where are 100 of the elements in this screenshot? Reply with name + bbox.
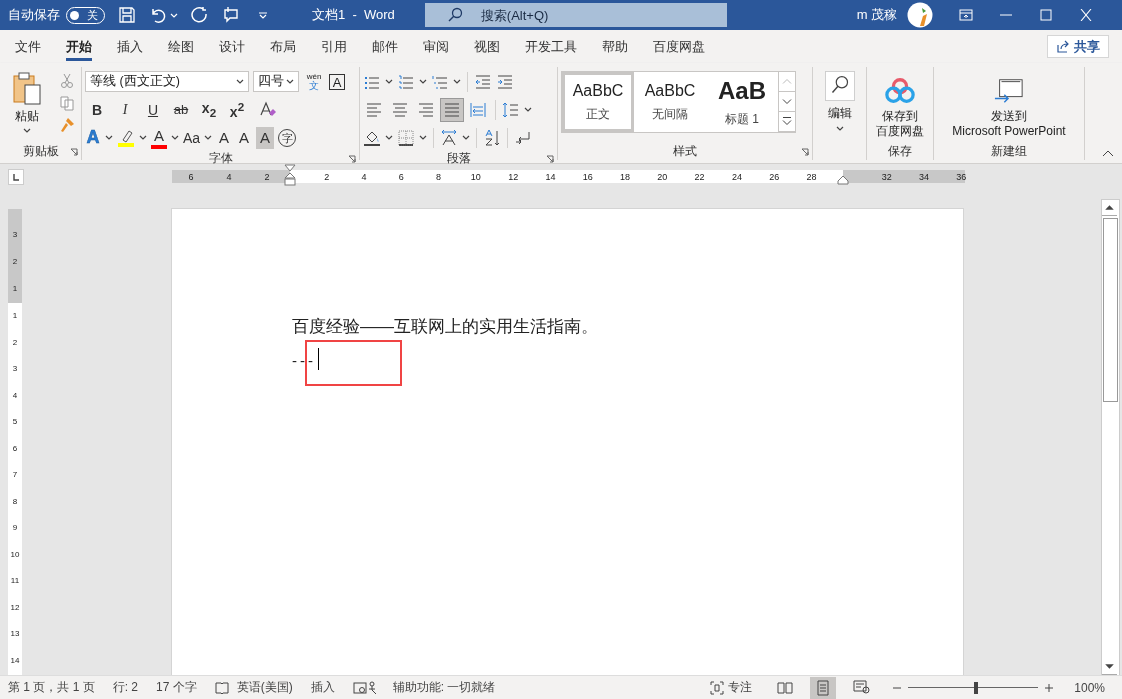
style-item[interactable]: AaBbC 无间隔 <box>634 72 706 132</box>
indent-marker-icon[interactable] <box>284 164 296 186</box>
view-mode-icon[interactable] <box>810 676 837 699</box>
dialog-launcher-icon[interactable] <box>348 155 356 163</box>
paste-button[interactable]: 粘贴 <box>9 67 45 142</box>
ribbon-tab[interactable]: 插入 <box>108 32 152 61</box>
zoom-slider-thumb[interactable] <box>973 681 978 694</box>
grow-font-button[interactable]: A <box>216 126 233 149</box>
close-icon[interactable] <box>1079 9 1094 21</box>
macro-icon[interactable] <box>352 680 367 695</box>
ribbon-tab[interactable]: 百度网盘 <box>644 32 714 61</box>
ribbon-tab[interactable]: 开发工具 <box>516 32 586 61</box>
page-count[interactable]: 第 1 页，共 1 页 <box>8 679 95 696</box>
style-item[interactable]: AaB 标题 1 <box>706 72 778 132</box>
share-button[interactable]: 共享 <box>1047 35 1109 58</box>
insert-mode[interactable]: 插入 <box>310 679 335 696</box>
ruler-number: 5 <box>12 416 18 428</box>
user-name[interactable]: m 茂稼 <box>856 6 898 24</box>
ribbon-tab[interactable]: 帮助 <box>593 32 637 61</box>
send-to-powerpoint-button[interactable]: 发送到 Microsoft PowerPoint <box>952 71 1066 142</box>
shrink-font-button[interactable]: A <box>236 126 253 149</box>
caret-icon <box>835 126 844 131</box>
save-icon[interactable] <box>118 6 136 24</box>
zoom-in-icon[interactable] <box>1044 682 1055 693</box>
caret-icon[interactable] <box>105 135 113 140</box>
change-case-button[interactable]: Aa <box>183 126 201 149</box>
line-number[interactable]: 行: 2 <box>112 679 139 696</box>
ruler-number: 10 <box>10 548 20 561</box>
ribbon-tab[interactable]: 审阅 <box>414 32 458 61</box>
ribbon-display-icon[interactable] <box>959 9 974 21</box>
format-button[interactable]: B <box>85 98 109 121</box>
caret-icon[interactable] <box>385 79 393 84</box>
caret-icon[interactable] <box>385 135 393 140</box>
caret-icon[interactable] <box>524 107 532 112</box>
text-effects-button[interactable]: A <box>85 126 101 149</box>
format-button[interactable]: x$^{2}$ <box>225 98 249 121</box>
line-spacing-icon[interactable] <box>502 100 520 119</box>
caret-icon[interactable] <box>204 135 213 140</box>
ribbon-tab[interactable]: 绘图 <box>159 32 203 61</box>
ruler-number: 26 <box>768 171 781 182</box>
maximize-icon[interactable] <box>1039 9 1054 21</box>
style-item[interactable]: AaBbC 正文 <box>562 72 634 132</box>
document-page[interactable]: 百度经验——互联网上的实用生活指南。 --- <box>172 209 963 675</box>
caret-icon[interactable] <box>419 79 427 84</box>
share-icon <box>1056 39 1070 54</box>
ruler-number: 8 <box>435 171 443 182</box>
editing-button[interactable]: 编辑 <box>824 71 855 160</box>
undo-icon[interactable] <box>149 6 167 24</box>
customize-icon[interactable] <box>258 11 268 19</box>
language-indicator[interactable]: 英语(美国) <box>236 679 293 696</box>
ruler-number: 24 <box>730 171 743 182</box>
scrollbar-thumb[interactable] <box>1103 218 1118 402</box>
font-color-button[interactable]: A <box>151 126 167 149</box>
format-button[interactable]: x$_{2}$ <box>197 98 221 121</box>
format-button[interactable]: I <box>113 98 137 121</box>
borders-icon[interactable] <box>397 128 415 147</box>
ruler-number: 7 <box>12 469 18 481</box>
character-shading-button[interactable]: A <box>256 126 275 149</box>
word-count[interactable]: 17 个字 <box>156 679 197 696</box>
screen-arrow-icon <box>994 77 1024 105</box>
ribbon-tab[interactable]: 布局 <box>261 32 305 61</box>
accessibility-status[interactable]: 辅助功能: 一切就绪 <box>392 679 496 696</box>
group-label: 保存 <box>888 142 912 160</box>
save-to-cloud-button[interactable]: 保存到 百度网盘 <box>876 71 924 142</box>
ribbon-tab[interactable]: 文件 <box>6 32 50 61</box>
focus-button[interactable]: 专注 <box>710 679 753 696</box>
caret-icon[interactable] <box>453 79 461 84</box>
clear-formatting-icon[interactable] <box>259 100 277 119</box>
format-button[interactable]: ab <box>169 98 193 121</box>
zoom-level[interactable]: 100% <box>1074 680 1105 695</box>
caret-icon[interactable] <box>139 135 147 140</box>
caret-icon[interactable] <box>419 135 427 140</box>
touch-mode-icon[interactable] <box>222 6 240 24</box>
format-button[interactable]: U <box>141 98 165 121</box>
search-field[interactable]: 搜索(Alt+Q) <box>424 3 727 27</box>
avatar-icon[interactable] <box>907 2 934 28</box>
dialog-launcher-icon[interactable] <box>546 155 554 163</box>
phonetic-guide-button[interactable]: wén 文 <box>303 72 325 91</box>
character-border-button[interactable]: A <box>329 73 345 90</box>
font-name-field[interactable]: 等线 (西文正文) <box>85 71 249 92</box>
collapse-ribbon-icon[interactable] <box>1102 149 1114 157</box>
dialog-launcher-icon[interactable] <box>70 148 78 156</box>
right-indent-marker-icon[interactable] <box>837 175 849 185</box>
dialog-launcher-icon[interactable] <box>801 148 809 156</box>
ribbon-tab[interactable]: 视图 <box>465 32 509 61</box>
ruler-number: 4 <box>12 389 18 402</box>
caret-icon[interactable] <box>462 135 470 140</box>
asian-layout-icon[interactable] <box>440 128 458 147</box>
ribbon-tab[interactable]: 引用 <box>312 32 356 61</box>
caret-icon[interactable] <box>171 135 179 140</box>
redo-icon[interactable] <box>191 6 209 24</box>
font-size-field[interactable]: 四号 <box>253 71 299 92</box>
ribbon-tab[interactable]: 设计 <box>210 32 254 61</box>
ruler-number: 14 <box>544 171 557 182</box>
ribbon-tab[interactable]: 邮件 <box>363 32 407 61</box>
book-icon[interactable] <box>214 680 229 695</box>
tab-selector-icon[interactable] <box>8 169 24 185</box>
ribbon-tab[interactable]: 开始 <box>57 32 101 61</box>
ruler-number: 4 <box>360 171 368 182</box>
sort-icon[interactable] <box>483 128 501 147</box>
